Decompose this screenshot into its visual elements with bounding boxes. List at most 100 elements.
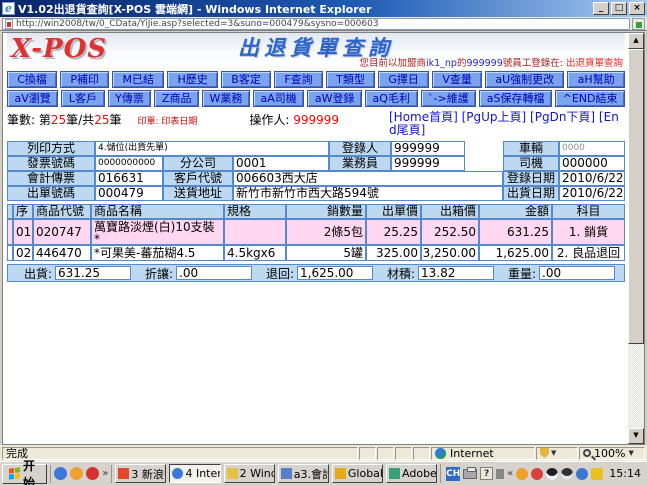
task-sina-uc[interactable]: 3 新浪UC▼ [115,464,166,483]
zoom-level: 100% [594,447,625,460]
row2-subject[interactable]: 2. 良品退回 [552,245,625,261]
button-end[interactable]: ^END結束 [555,90,625,107]
vehicle-value[interactable]: 0000 [559,141,625,156]
registrant-value[interactable]: 999999 [391,141,465,156]
acct-voucher-value[interactable]: 016631 [95,171,163,186]
button-browse[interactable]: aV瀏覽 [7,90,58,107]
row2-product-code[interactable]: 446470 [33,245,91,261]
row1-seq[interactable]: 01 [13,219,33,245]
row1-subject[interactable]: 1. 銷貨 [552,219,625,245]
title-bar[interactable]: e V1.02出退貨查詢[X-POS 雲端網] - Windows Intern… [0,0,647,17]
reg-date-value[interactable]: 2010/6/22 [559,171,625,186]
task-adobe[interactable]: Adobe D... [386,464,437,483]
row2-product-name[interactable]: *可果美-蕃茄糊4.5 [91,245,224,261]
qq-penguin-icon[interactable] [546,468,558,480]
printer-icon[interactable] [463,469,477,479]
button-sales[interactable]: W業務 [202,90,250,107]
salesman-value[interactable]: 999999 [391,156,465,171]
row1-amount[interactable]: 631.25 [479,219,552,245]
scroll-up-icon[interactable]: ▲ [628,33,644,49]
quick-launch-overflow-icon[interactable]: » [102,468,108,479]
driver-value[interactable]: 000000 [559,156,625,171]
task-windows-explorer[interactable]: 2 Windo...▼ [224,464,275,483]
task-accounting[interactable]: a3.會計... [278,464,329,483]
qq-icon[interactable] [86,467,99,480]
button-history[interactable]: H歷史 [167,71,218,88]
weight-value[interactable]: .00 [539,266,615,280]
button-check-qty[interactable]: V查量 [432,71,482,88]
blue-app-icon[interactable] [576,468,588,480]
button-change-file[interactable]: C換檔 [7,71,57,88]
go-button[interactable] [632,18,645,30]
close-button[interactable]: × [629,2,645,15]
uc-face-icon[interactable] [516,468,528,480]
button-pick-date[interactable]: G擇日 [378,71,429,88]
shipment-value[interactable]: 631.25 [55,266,131,280]
row1-product-code[interactable]: 020747 [33,219,91,245]
zoom-pane[interactable]: 100% ▼ [579,447,645,460]
row1-product-name[interactable]: 萬寶路淡煙(白)10支裝 * [91,219,224,245]
task-internet-explorer[interactable]: 4 Inter...▼ [169,464,220,483]
protected-dropdown-icon[interactable]: ▼ [551,449,556,457]
qq-penguin-icon-2[interactable] [561,468,573,480]
button-customer-order[interactable]: B客定 [221,71,271,88]
button-product[interactable]: Z商品 [154,90,199,107]
customer-code-value[interactable]: 006603西大店 [233,171,503,186]
scrollbar-thumb[interactable] [628,49,644,344]
address-url[interactable]: http://win2008/tw/0_CData/YiJie.asp?sele… [16,19,379,29]
button-force-edit[interactable]: aU強制更改 [485,71,564,88]
accounting-app-icon [281,468,292,479]
volume-icon[interactable] [496,469,504,479]
button-save-export[interactable]: aS保存轉檔 [479,90,552,107]
scroll-down-icon[interactable]: ▼ [628,428,644,444]
address-field[interactable]: http://win2008/tw/0_CData/YiJie.asp?sele… [2,18,630,30]
discount-value[interactable]: .00 [176,266,252,280]
button-driver[interactable]: aA司機 [253,90,304,107]
security-shield-icon[interactable] [591,468,603,480]
zoom-dropdown-icon[interactable]: ▼ [628,449,633,457]
print-mode-value[interactable]: 4.儲位(出貨先單) [95,141,329,156]
help-icon[interactable]: ? [480,467,493,480]
page-nav-links[interactable]: [Home首頁] [PgUp上頁] [PgDn下頁] [End尾頁] [389,111,625,137]
row1-spec[interactable] [224,219,286,245]
order-no-value[interactable]: 000479 [95,186,163,201]
protected-mode-pane[interactable]: ▼ [536,447,578,460]
ie-icon[interactable] [54,467,67,480]
row2-spec[interactable]: 4.5kgx6 [224,245,286,261]
button-maintain[interactable]: `->維護 [421,90,477,107]
return-value[interactable]: 1,625.00 [297,266,373,280]
row2-qty[interactable]: 5罐 [286,245,366,261]
taskbar-clock[interactable]: 15:14 [609,467,641,480]
ime-indicator[interactable]: CH [446,467,460,481]
ship-date-value[interactable]: 2010/6/22 [559,186,625,201]
button-help[interactable]: aH幫助 [567,71,625,88]
button-voucher[interactable]: Y傳票 [108,90,152,107]
hide-icons-chevron[interactable]: « [507,468,513,479]
button-login[interactable]: aW登錄 [307,90,362,107]
volume-value[interactable]: 13.82 [418,266,494,280]
msn-face-icon[interactable] [531,468,543,480]
branch-value[interactable]: 0001 [233,156,329,171]
button-customer[interactable]: L客戶 [61,90,104,107]
button-reprint[interactable]: P補印 [60,71,109,88]
button-query[interactable]: F查詢 [274,71,323,88]
row2-amount[interactable]: 1,625.00 [479,245,552,261]
row2-box-price[interactable]: 3,250.00 [421,245,479,261]
button-type[interactable]: T類型 [326,71,375,88]
windows-logo-icon [9,467,20,479]
messenger-icon[interactable] [70,467,83,480]
row2-unit-price[interactable]: 325.00 [366,245,421,261]
row1-box-price[interactable]: 252.50 [421,219,479,245]
task-globals[interactable]: GlobalS... [332,464,383,483]
invoice-value[interactable]: 0000000000 [95,156,163,171]
vertical-scrollbar[interactable]: ▲ ▼ [628,33,644,444]
button-margin[interactable]: aQ毛利 [365,90,417,107]
row1-unit-price[interactable]: 25.25 [366,219,421,245]
start-button[interactable]: 开始 [2,464,47,484]
row2-seq[interactable]: 02 [13,245,33,261]
minimize-button[interactable]: _ [593,2,609,15]
button-closed[interactable]: M已結 [112,71,164,88]
restore-button[interactable]: □ [611,2,627,15]
address-value[interactable]: 新竹市新竹市西大路594號 [233,186,503,201]
row1-qty[interactable]: 2條5包 [286,219,366,245]
